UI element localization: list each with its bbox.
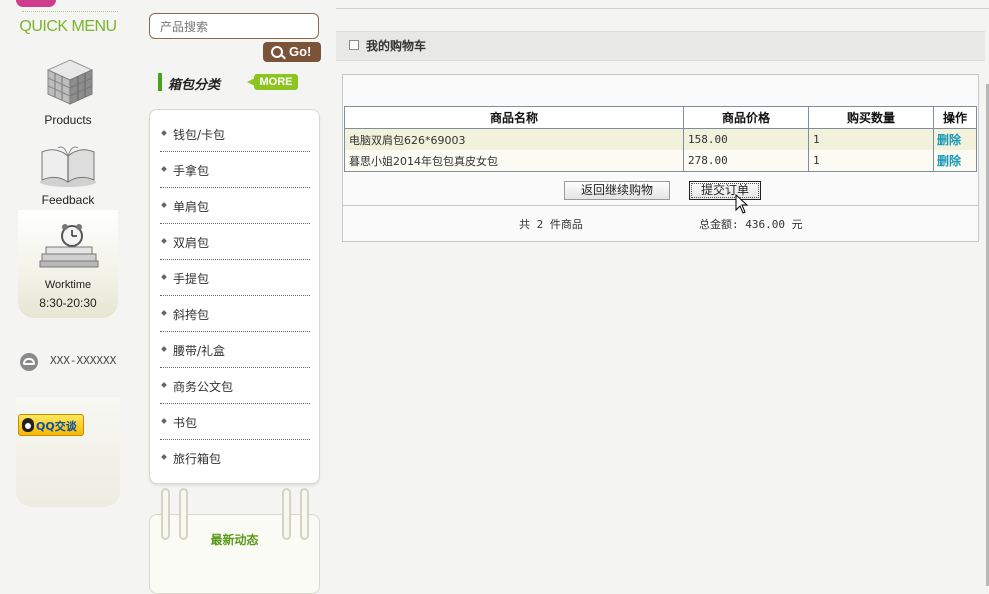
bullet-icon xyxy=(161,346,167,352)
category-item[interactable]: 旅行箱包 xyxy=(160,440,310,475)
item-count: 共 2 件商品 xyxy=(519,218,583,231)
header-square-icon xyxy=(349,40,359,50)
top-divider xyxy=(336,8,989,9)
category-item[interactable]: 斜挎包 xyxy=(160,296,310,332)
qq-chat-button[interactable]: QQ交谈 xyxy=(18,414,84,436)
products-link[interactable]: Products xyxy=(16,113,120,127)
products-icon[interactable] xyxy=(44,56,96,108)
quick-menu-divider xyxy=(22,11,118,12)
search-go-button[interactable]: Go! xyxy=(263,42,321,62)
cart-actions: 返回继续购物 提交订单 xyxy=(343,180,978,204)
bullet-icon xyxy=(161,454,167,460)
search-icon xyxy=(271,46,283,58)
column-header-qty: 购买数量 xyxy=(808,106,934,129)
quick-menu-title: QUICK MENU xyxy=(19,18,117,35)
feedback-link[interactable]: Feedback xyxy=(16,193,120,207)
clock-books-icon xyxy=(39,224,99,268)
qq-penguin-icon xyxy=(22,418,34,432)
qq-chat-label: QQ交谈 xyxy=(36,420,77,433)
category-label[interactable]: 手拿包 xyxy=(173,162,209,179)
cart-panel: 商品名称 商品价格 购买数量 操作 电脑双肩包626*69003 158.00 … xyxy=(342,74,979,242)
category-sidebar: Go! 箱包分类 MORE 钱包/卡包手拿包单肩包双肩包手提包斜挎包腰带/礼盒商… xyxy=(148,0,322,594)
cart-header: 我的购物车 xyxy=(336,31,985,61)
product-qty: 1 xyxy=(808,150,934,172)
category-item[interactable]: 腰带/礼盒 xyxy=(160,332,310,368)
feedback-book-icon[interactable] xyxy=(38,142,98,188)
total-amount: 总金额: 436.00 元 xyxy=(699,218,803,231)
bullet-icon xyxy=(161,310,167,316)
bullet-icon xyxy=(161,382,167,388)
column-header-action: 操作 xyxy=(933,106,977,129)
more-button[interactable]: MORE xyxy=(247,74,298,90)
product-name[interactable]: 暮思小姐2014年包包真皮女包 xyxy=(344,150,684,172)
quick-menu: QUICK MENU Products Feedback Worktime 8:… xyxy=(16,0,120,586)
cart-summary: 共 2 件商品 总金额: 436.00 元 xyxy=(343,205,978,242)
bullet-icon xyxy=(161,202,167,208)
top-accent xyxy=(16,0,56,7)
news-panel xyxy=(149,514,320,594)
category-label[interactable]: 钱包/卡包 xyxy=(173,126,225,143)
category-item[interactable]: 商务公文包 xyxy=(160,368,310,404)
submit-order-button[interactable]: 提交订单 xyxy=(689,181,761,200)
continue-shopping-button[interactable]: 返回继续购物 xyxy=(564,181,670,200)
column-header-name: 商品名称 xyxy=(344,106,684,129)
product-price: 158.00 xyxy=(683,128,809,150)
phone-number: XXX-XXXXXX xyxy=(50,354,117,367)
bullet-icon xyxy=(161,166,167,172)
product-qty: 1 xyxy=(808,128,934,150)
heading-bar xyxy=(158,73,162,91)
news-title: 最新动态 xyxy=(210,533,259,547)
category-label[interactable]: 腰带/礼盒 xyxy=(173,342,225,359)
product-price: 278.00 xyxy=(683,150,809,172)
main-content: 我的购物车 商品名称 商品价格 购买数量 操作 电脑双肩包626*69003 1… xyxy=(336,0,989,586)
category-item[interactable]: 书包 xyxy=(160,404,310,440)
mouse-cursor-icon xyxy=(735,194,749,214)
category-list-panel: 钱包/卡包手拿包单肩包双肩包手提包斜挎包腰带/礼盒商务公文包书包旅行箱包 xyxy=(149,109,320,484)
category-item[interactable]: 钱包/卡包 xyxy=(160,116,310,152)
product-name[interactable]: 电脑双肩包626*69003 xyxy=(344,128,684,150)
category-label[interactable]: 旅行箱包 xyxy=(173,450,221,467)
news-section: 最新动态 xyxy=(149,488,320,594)
bullet-icon xyxy=(161,274,167,280)
search-box xyxy=(149,13,319,39)
worktime-label: Worktime xyxy=(44,279,92,291)
phone-contact: XXX-XXXXXX xyxy=(20,352,140,372)
category-label[interactable]: 书包 xyxy=(173,414,197,431)
category-label[interactable]: 单肩包 xyxy=(173,198,209,215)
category-item[interactable]: 手提包 xyxy=(160,260,310,296)
category-list: 钱包/卡包手拿包单肩包双肩包手提包斜挎包腰带/礼盒商务公文包书包旅行箱包 xyxy=(160,116,310,475)
bullet-icon xyxy=(161,130,167,136)
go-label: Go! xyxy=(289,44,312,59)
category-label[interactable]: 手提包 xyxy=(173,270,209,287)
table-header-row: 商品名称 商品价格 购买数量 操作 xyxy=(344,106,977,129)
category-item[interactable]: 双肩包 xyxy=(160,224,310,260)
table-row: 电脑双肩包626*69003 158.00 1 删除 xyxy=(344,128,977,150)
category-item[interactable]: 单肩包 xyxy=(160,188,310,224)
worktime-hours: 8:30-20:30 xyxy=(39,296,97,310)
qq-panel: QQ交谈 xyxy=(16,397,120,507)
cart-table: 商品名称 商品价格 购买数量 操作 电脑双肩包626*69003 158.00 … xyxy=(344,106,977,172)
worktime-panel: Worktime 8:30-20:30 xyxy=(18,210,118,318)
table-row: 暮思小姐2014年包包真皮女包 278.00 1 删除 xyxy=(344,150,977,172)
bullet-icon xyxy=(161,418,167,424)
product-search-input[interactable] xyxy=(160,20,310,34)
category-title: 箱包分类 xyxy=(168,78,221,93)
category-label[interactable]: 双肩包 xyxy=(173,234,209,251)
cart-title: 我的购物车 xyxy=(366,39,427,53)
column-header-price: 商品价格 xyxy=(683,106,809,129)
category-item[interactable]: 手拿包 xyxy=(160,152,310,188)
delete-link[interactable]: 删除 xyxy=(933,150,977,172)
category-label[interactable]: 商务公文包 xyxy=(173,378,233,395)
category-label[interactable]: 斜挎包 xyxy=(173,306,209,323)
phone-icon xyxy=(20,353,38,371)
bullet-icon xyxy=(161,238,167,244)
delete-link[interactable]: 删除 xyxy=(933,128,977,150)
